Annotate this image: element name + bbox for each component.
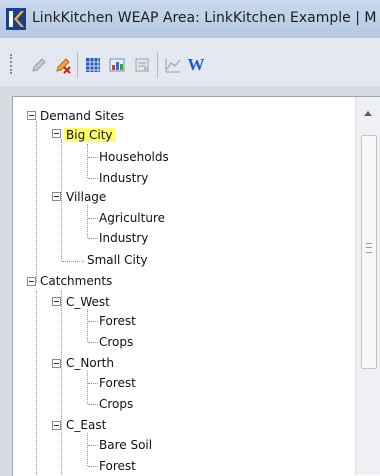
tree-connector	[88, 178, 98, 179]
tree-connector	[88, 466, 98, 467]
tree-connector	[87, 371, 88, 404]
tree-node-agriculture[interactable]: Agriculture	[99, 208, 165, 228]
tree-node-small-city[interactable]: Small City	[87, 250, 148, 270]
collapse-icon[interactable]	[52, 192, 61, 201]
tree-connector	[87, 205, 88, 238]
collapse-icon[interactable]	[27, 111, 36, 120]
tree-connector	[87, 144, 88, 178]
tree-node-c-west[interactable]: C_West	[66, 292, 110, 312]
collapse-icon[interactable]	[52, 129, 61, 138]
tree-node-c-north[interactable]: C_North	[66, 353, 114, 373]
tree-node-forest[interactable]: Forest	[99, 456, 136, 476]
toolbar-separator	[157, 52, 158, 78]
tree-node-label: C_East	[66, 418, 107, 432]
tree-node-crops[interactable]: Crops	[99, 394, 133, 414]
tree-connector	[62, 261, 84, 262]
tree-node-crops[interactable]: Crops	[99, 332, 133, 352]
pencil-delete-icon[interactable]	[52, 54, 74, 76]
tree-connector	[61, 291, 62, 475]
tree-node-bare-soil[interactable]: Bare Soil	[99, 435, 152, 455]
tree-node-big-city[interactable]: Big City	[64, 125, 115, 145]
pencil-icon[interactable]	[28, 54, 50, 76]
collapse-icon[interactable]	[52, 297, 61, 306]
tree-connector	[88, 238, 98, 239]
tree-node-demand-sites[interactable]: Demand Sites	[40, 106, 124, 126]
tree-node-industry[interactable]: Industry	[99, 228, 148, 248]
scroll-thumb[interactable]	[361, 135, 377, 369]
chart-icon[interactable]	[106, 54, 128, 76]
tree-node-industry[interactable]: Industry	[99, 168, 148, 188]
window-title: LinkKitchen WEAP Area: LinkKitchen Examp…	[32, 10, 377, 26]
line-chart-icon[interactable]	[162, 54, 184, 76]
tree-connector	[61, 139, 62, 261]
tree-node-label: Forest	[99, 314, 136, 328]
tree-connector	[87, 309, 88, 342]
tree-node-label: Village	[66, 190, 107, 204]
tree-connector	[36, 291, 37, 475]
notes-icon[interactable]	[131, 54, 153, 76]
tree-node-label: Bare Soil	[99, 438, 153, 452]
tree-node-label: Small City	[87, 253, 148, 267]
tree-node-label: Demand Sites	[40, 109, 124, 123]
tree-node-households[interactable]: Households	[99, 147, 169, 167]
tree-node-label: Big City	[64, 128, 115, 142]
tree-connector	[36, 121, 37, 283]
scroll-up-arrow-icon[interactable]	[364, 111, 372, 116]
tree-connector	[88, 404, 98, 405]
toolbar-grip[interactable]	[10, 54, 15, 74]
app-logo-icon	[6, 8, 26, 30]
collapse-icon[interactable]	[52, 359, 61, 368]
tree-node-label: Forest	[99, 376, 136, 390]
tree-connector	[88, 383, 98, 384]
grid-icon[interactable]	[82, 54, 104, 76]
tree-node-c-east[interactable]: C_East	[66, 415, 106, 435]
tree-node-label: Agriculture	[99, 211, 165, 225]
title-bar: LinkKitchen WEAP Area: LinkKitchen Examp…	[0, 0, 380, 39]
tree-node-label: Catchments	[40, 274, 113, 288]
collapse-icon[interactable]	[52, 421, 61, 430]
tree-node-label: Forest	[99, 459, 136, 473]
tree-node-label: Crops	[99, 335, 134, 349]
tree-connector	[88, 445, 98, 446]
collapse-icon[interactable]	[27, 277, 36, 286]
tree-node-label: Industry	[99, 231, 149, 245]
toolbar-separator	[77, 52, 78, 78]
tree-node-label: Industry	[99, 171, 149, 185]
tree-connector	[88, 342, 98, 343]
tree-connector	[88, 157, 98, 158]
tree-node-label: C_North	[66, 356, 114, 370]
tree-connector	[88, 218, 98, 219]
word-icon[interactable]: W	[185, 54, 207, 76]
vertical-scrollbar[interactable]	[355, 97, 380, 475]
scroll-grip-icon	[366, 243, 372, 253]
tree-connector	[87, 433, 88, 466]
tree-node-label: Crops	[99, 397, 134, 411]
tree-node-label: C_West	[66, 295, 110, 309]
tree-node-forest[interactable]: Forest	[99, 311, 136, 331]
tree-node-village[interactable]: Village	[66, 187, 106, 207]
tree-connector	[88, 321, 98, 322]
tree-node-label: Households	[99, 150, 169, 164]
tree-node-forest[interactable]: Forest	[99, 373, 136, 393]
tree-node-catchments[interactable]: Catchments	[40, 271, 112, 291]
